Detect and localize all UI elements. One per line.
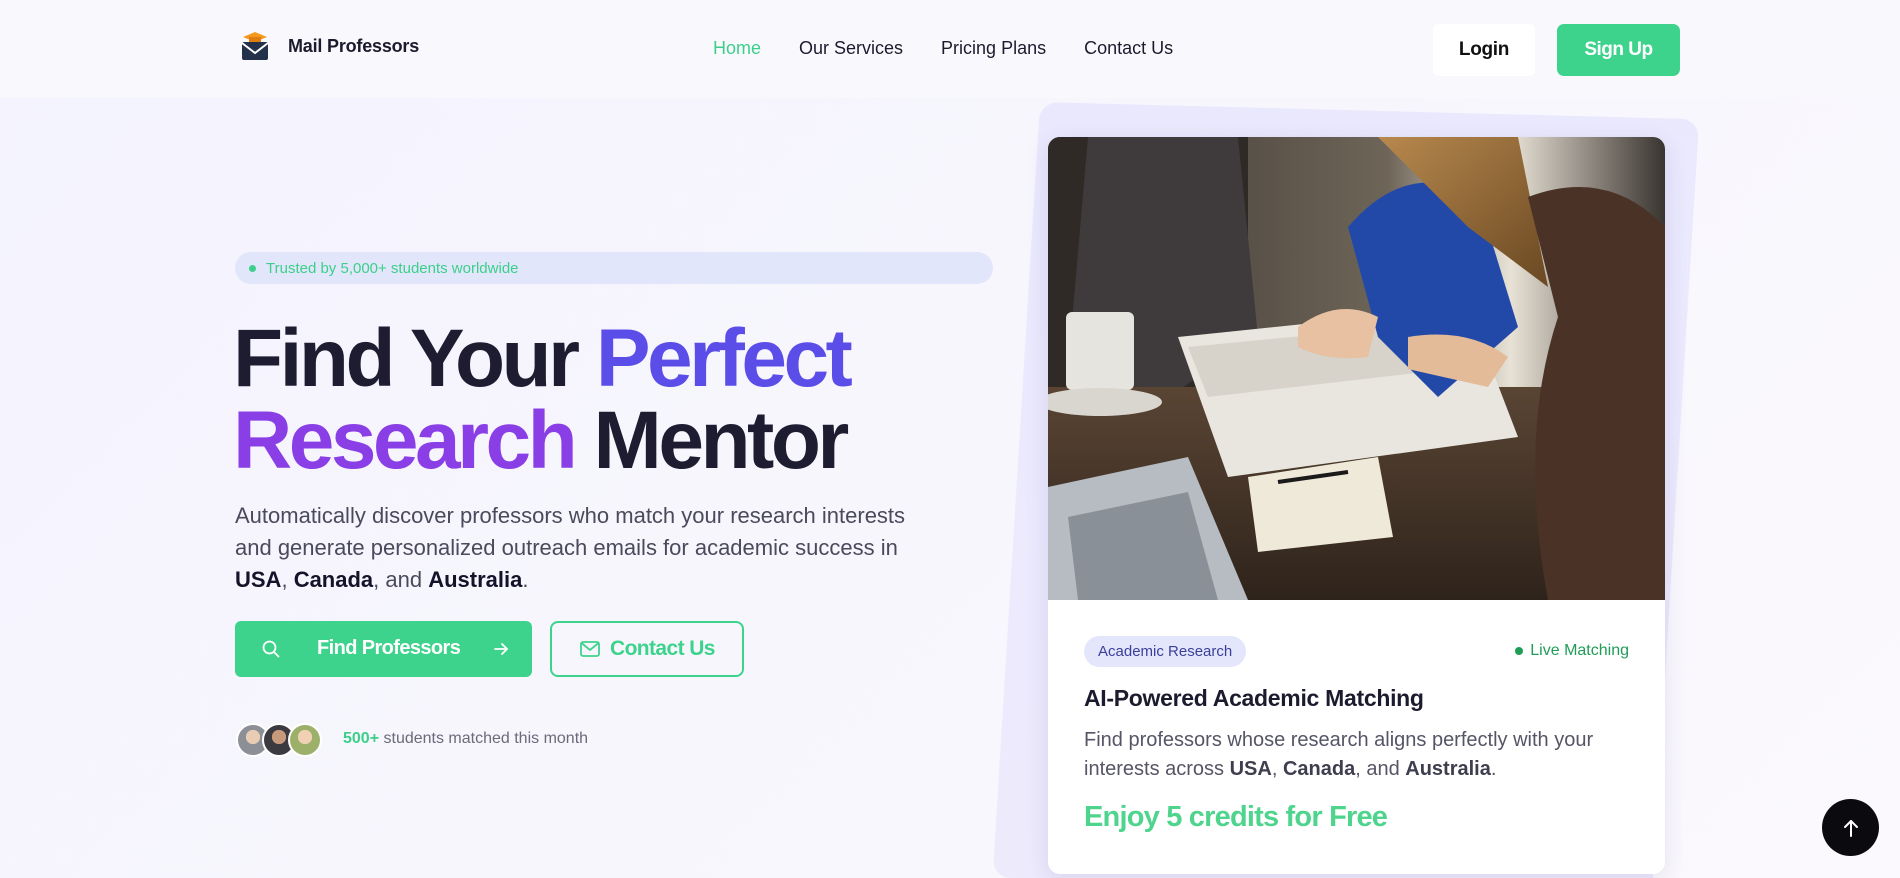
find-professors-button[interactable]: Find Professors: [235, 621, 532, 677]
card-sep-2: , and: [1355, 758, 1406, 780]
mail-grad-logo-icon: [241, 32, 269, 60]
find-professors-label: Find Professors: [317, 637, 461, 659]
card-country-australia: Australia: [1405, 758, 1491, 780]
live-dot: [1515, 647, 1524, 655]
live-label: Live Matching: [1530, 642, 1629, 659]
avatar: [288, 723, 322, 757]
hero-headline: Find Your Perfect Research Mentor: [233, 318, 853, 482]
matched-count: 500+: [343, 730, 380, 747]
mail-icon: [580, 641, 600, 657]
card-desc-end: .: [1490, 758, 1497, 780]
card-country-canada: Canada: [1282, 758, 1356, 780]
search-icon: [262, 640, 280, 658]
subtext-intro: Automatically discover professors who ma…: [235, 503, 906, 560]
contact-us-button[interactable]: Contact Us: [550, 621, 744, 677]
contact-us-label: Contact Us: [610, 637, 715, 660]
students-studying-photo: [1048, 137, 1665, 600]
hero-subtext: Automatically discover professors who ma…: [235, 500, 935, 596]
matched-stat: 500+ students matched this month: [343, 730, 588, 748]
country-usa: USA: [235, 567, 282, 592]
badge-dot: [249, 264, 256, 272]
card-sep-1: ,: [1271, 758, 1283, 780]
subtext-sep-1: ,: [281, 567, 294, 592]
nav-our-services[interactable]: Our Services: [799, 38, 903, 59]
nav-pricing-plans[interactable]: Pricing Plans: [941, 38, 1046, 59]
card-title: AI-Powered Academic Matching: [1084, 685, 1424, 711]
country-australia: Australia: [428, 567, 523, 592]
subtext-end: .: [522, 567, 529, 592]
free-credits-text: Enjoy 5 credits for Free: [1084, 801, 1388, 833]
matched-text: students matched this month: [379, 730, 589, 747]
main-nav: Home Our Services Pricing Plans Contact …: [713, 38, 1211, 59]
headline-part-2: Perfect: [595, 313, 853, 404]
arrow-right-icon: [494, 643, 508, 655]
student-avatars: [236, 723, 322, 757]
live-matching-status: Live Matching: [1515, 642, 1629, 660]
card-description: Find professors whose research aligns pe…: [1084, 726, 1644, 784]
country-canada: Canada: [293, 567, 374, 592]
scroll-to-top-button[interactable]: [1822, 799, 1879, 856]
arrow-up-icon: [1843, 819, 1858, 837]
headline-part-1: Find Your: [233, 313, 596, 404]
site-header: Mail Professors Home Our Services Pricin…: [0, 0, 1900, 98]
card-tag: Academic Research: [1084, 636, 1247, 667]
nav-contact-us[interactable]: Contact Us: [1084, 38, 1173, 59]
signup-button[interactable]: Sign Up: [1557, 24, 1680, 76]
nav-home[interactable]: Home: [713, 38, 761, 59]
trust-badge: Trusted by 5,000+ students worldwide: [235, 252, 993, 284]
headline-part-4: Mentor: [574, 395, 850, 486]
login-button[interactable]: Login: [1433, 24, 1535, 76]
subtext-sep-2: , and: [373, 567, 429, 592]
badge-text: Trusted by 5,000+ students worldwide: [266, 259, 519, 277]
brand-name: Mail Professors: [288, 35, 420, 56]
headline-part-3: Research: [233, 395, 578, 486]
brand-logo[interactable]: Mail Professors: [240, 30, 419, 62]
feature-card: Academic Research Live Matching AI-Power…: [1048, 137, 1665, 874]
card-country-usa: USA: [1229, 758, 1272, 780]
